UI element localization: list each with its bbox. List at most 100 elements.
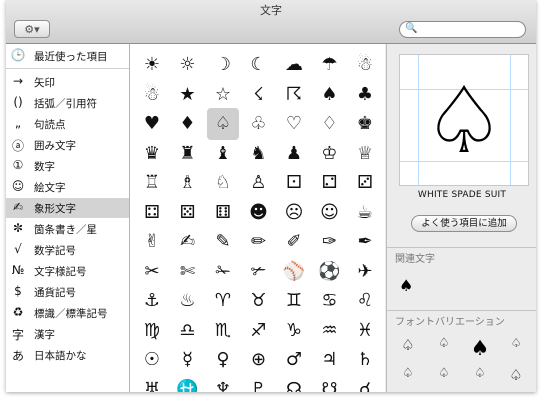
character-cell[interactable]: ⚾ xyxy=(278,256,310,288)
character-cell[interactable]: ♛ xyxy=(136,138,168,170)
sidebar-category-item[interactable]: 字漢字 xyxy=(6,324,129,344)
character-cell[interactable]: ✎ xyxy=(207,226,239,258)
character-cell[interactable]: ✍ xyxy=(172,226,204,258)
font-variation-glyph[interactable]: ♤ xyxy=(391,366,425,381)
character-cell[interactable]: ♡ xyxy=(278,108,310,140)
font-variation-glyph[interactable]: ♠ xyxy=(463,336,497,360)
character-cell[interactable]: ♚ xyxy=(349,108,381,140)
character-cell[interactable]: ♋ xyxy=(314,285,346,317)
character-cell[interactable]: ⚽ xyxy=(314,256,346,288)
character-cell[interactable]: ☻ xyxy=(243,197,275,229)
gear-menu-button[interactable]: ⚙▾ xyxy=(14,20,50,38)
character-cell[interactable]: ☋ xyxy=(314,374,346,393)
add-to-favorites-button[interactable]: よく使う項目に追加 xyxy=(411,215,517,232)
character-cell[interactable]: ✑ xyxy=(314,226,346,258)
character-cell[interactable]: ☌ xyxy=(349,374,381,393)
sidebar-category-item[interactable]: 🕒 最近使った項目 xyxy=(6,46,129,66)
character-cell[interactable]: ♞ xyxy=(243,138,275,170)
character-cell[interactable]: ✌ xyxy=(136,226,168,258)
character-cell[interactable]: ☁ xyxy=(278,49,310,81)
character-cell[interactable]: ♖ xyxy=(136,167,168,199)
character-cell[interactable]: ☼ xyxy=(172,49,204,81)
character-cell[interactable]: ♔ xyxy=(314,138,346,170)
character-cell[interactable]: ☊ xyxy=(278,374,310,393)
font-variation-glyph[interactable]: ♤ xyxy=(499,366,533,384)
character-cell[interactable]: ♝ xyxy=(207,138,239,170)
character-cell[interactable]: ♘ xyxy=(207,167,239,199)
character-cell[interactable]: ☃ xyxy=(136,79,168,111)
character-cell[interactable]: ⚁ xyxy=(314,167,346,199)
sidebar-category-item[interactable]: () 括弧／引用符 xyxy=(6,93,129,113)
character-cell[interactable]: ♄ xyxy=(349,344,381,376)
character-cell[interactable]: ✂ xyxy=(136,256,168,288)
sidebar-category-item[interactable]: あ日本語かな xyxy=(6,345,129,365)
character-cell[interactable]: ☾ xyxy=(243,49,275,81)
character-cell[interactable]: ♢ xyxy=(314,108,346,140)
character-cell[interactable]: ♨ xyxy=(172,285,204,317)
character-cell[interactable]: ⚅ xyxy=(207,197,239,229)
font-variation-glyph[interactable]: ♤ xyxy=(427,336,461,351)
character-cell[interactable]: ♙ xyxy=(243,167,275,199)
character-cell[interactable]: ✒ xyxy=(349,226,381,258)
character-cell[interactable]: ☿ xyxy=(172,344,204,376)
character-cell[interactable]: ♀ xyxy=(207,344,239,376)
character-cell[interactable]: ⊕ xyxy=(243,344,275,376)
sidebar-category-item[interactable]: ♻ 標識／標準記号 xyxy=(6,303,129,323)
character-cell[interactable]: ♐ xyxy=(243,315,275,347)
character-cell[interactable]: ♑ xyxy=(278,315,310,347)
font-variation-glyph[interactable]: ♤ xyxy=(463,366,497,381)
character-cell[interactable]: ✁ xyxy=(207,256,239,288)
character-cell[interactable]: ☈ xyxy=(278,79,310,111)
character-cell[interactable]: ☀ xyxy=(136,49,168,81)
character-cell[interactable]: ✄ xyxy=(172,256,204,288)
character-cell[interactable]: ♠ xyxy=(314,79,346,111)
character-cell[interactable]: ♒ xyxy=(314,315,346,347)
character-cell[interactable]: ♗ xyxy=(172,167,204,199)
character-cell[interactable]: ⚂ xyxy=(349,167,381,199)
character-cell[interactable]: ✐ xyxy=(278,226,310,258)
sidebar-category-item[interactable]: „ 句読点 xyxy=(6,114,129,134)
character-cell[interactable]: ♕ xyxy=(349,138,381,170)
character-cell[interactable]: ♈ xyxy=(207,285,239,317)
character-cell[interactable]: ♅ xyxy=(136,374,168,393)
character-cell[interactable]: ♧ xyxy=(243,108,275,140)
sidebar-category-item[interactable]: → 矢印 xyxy=(6,72,129,92)
sidebar-category-item[interactable]: ✼ 箇条書き／星 xyxy=(6,219,129,239)
sidebar-category-item[interactable]: ✍ 象形文字 xyxy=(6,198,129,218)
search-input[interactable]: 🔍 xyxy=(399,21,526,38)
sidebar-category-item[interactable]: √ 数学記号 xyxy=(6,240,129,260)
character-cell[interactable]: ☉ xyxy=(136,344,168,376)
character-cell[interactable]: ♓ xyxy=(349,315,381,347)
character-cell[interactable]: ☆ xyxy=(207,79,239,111)
character-cell[interactable]: ⚃ xyxy=(136,197,168,229)
character-cell[interactable]: ☹ xyxy=(278,197,310,229)
character-cell[interactable]: ♣ xyxy=(349,79,381,111)
character-cell[interactable]: ★ xyxy=(172,79,204,111)
sidebar-category-item[interactable]: ⓐ 囲み文字 xyxy=(6,135,129,155)
character-cell[interactable]: ⛎ xyxy=(172,374,204,393)
character-cell[interactable]: ♆ xyxy=(207,374,239,393)
character-cell[interactable]: ☕ xyxy=(349,197,381,229)
font-variation-glyph[interactable]: ♤ xyxy=(391,336,425,354)
character-cell[interactable]: ♇ xyxy=(243,374,275,393)
character-cell[interactable]: ♏ xyxy=(207,315,239,347)
character-cell[interactable]: ⚄ xyxy=(172,197,204,229)
character-cell[interactable]: ♎ xyxy=(172,315,204,347)
font-variation-glyph[interactable]: ♤ xyxy=(427,366,461,381)
character-cell[interactable]: ✈ xyxy=(349,256,381,288)
character-cell[interactable]: ☺ xyxy=(314,197,346,229)
sidebar-category-item[interactable]: $ 通貨記号 xyxy=(6,282,129,302)
character-cell[interactable]: ♜ xyxy=(172,138,204,170)
character-cell[interactable]: ♍ xyxy=(136,315,168,347)
character-cell[interactable]: ♊ xyxy=(278,285,310,317)
character-cell[interactable]: ♂ xyxy=(278,344,310,376)
character-cell[interactable]: ♃ xyxy=(314,344,346,376)
related-character[interactable]: ♠ xyxy=(399,276,413,295)
character-cell[interactable]: ♌ xyxy=(349,285,381,317)
character-cell[interactable]: ♤ xyxy=(207,108,239,140)
character-cell[interactable]: ☽ xyxy=(207,49,239,81)
character-cell[interactable]: ⚀ xyxy=(278,167,310,199)
character-cell[interactable]: ⚓ xyxy=(136,285,168,317)
character-cell[interactable]: ☇ xyxy=(243,79,275,111)
character-cell[interactable]: ✏ xyxy=(243,226,275,258)
